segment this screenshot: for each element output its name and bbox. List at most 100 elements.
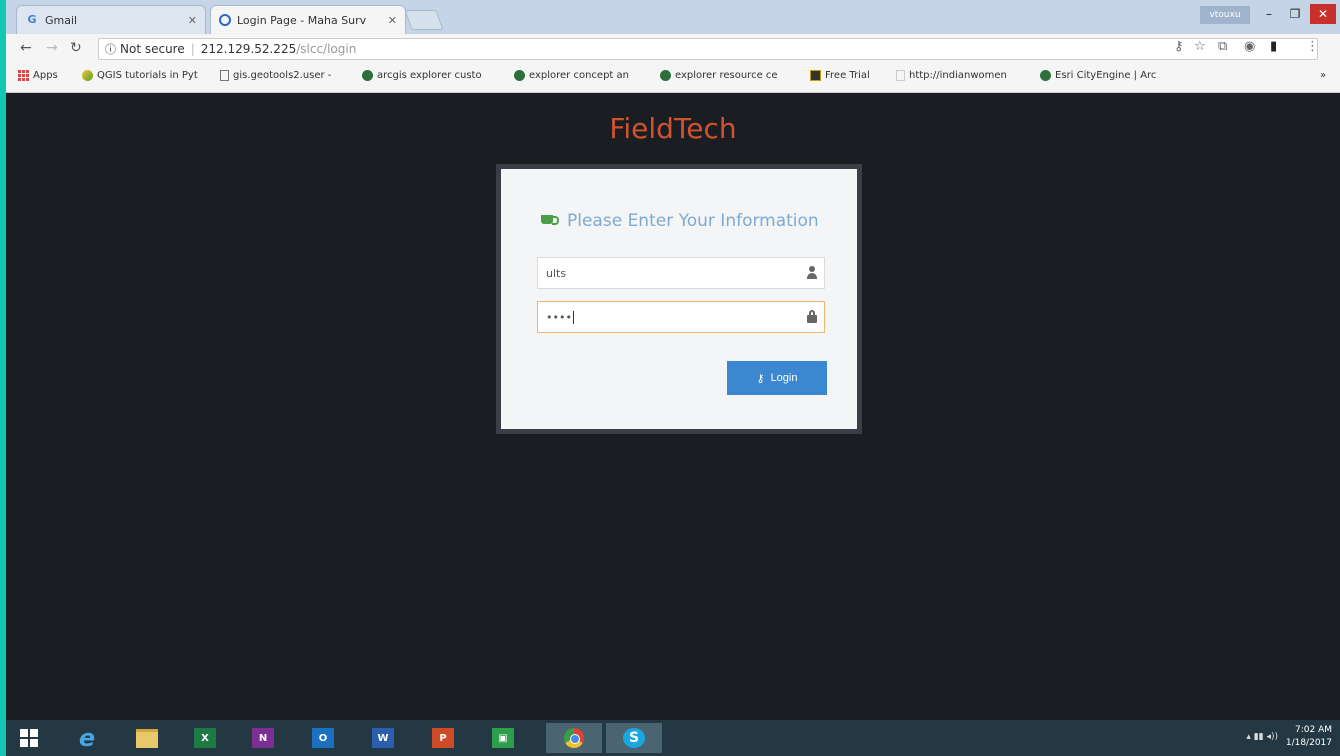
globe-icon <box>219 14 231 26</box>
form-heading: Please Enter Your Information <box>541 211 819 231</box>
star-icon[interactable]: ☆ <box>1194 39 1206 54</box>
apps-grid-icon <box>18 70 29 81</box>
taskbar-excel[interactable]: X <box>188 723 222 753</box>
taskbar-chrome[interactable] <box>546 723 602 753</box>
bookmark-label: explorer resource ce <box>675 70 778 81</box>
tab-gmail[interactable]: G Gmail ✕ <box>16 5 206 34</box>
bookmark-label: QGIS tutorials in Pyt <box>97 70 198 81</box>
url-path: /slcc/login <box>296 42 357 56</box>
security-label: Not secure <box>120 42 185 56</box>
bookmark-free-trial[interactable]: Free Trial <box>810 70 870 81</box>
word-icon: W <box>372 728 394 748</box>
minimize-icon[interactable]: – <box>1256 4 1282 24</box>
powerpoint-icon: P <box>432 728 454 748</box>
bookmark-label: arcgis explorer custo <box>377 70 482 81</box>
divider: | <box>190 42 195 56</box>
onenote-icon: N <box>252 728 274 748</box>
form-heading-text: Please Enter Your Information <box>567 211 819 231</box>
bookmark-geotools[interactable]: gis.geotools2.user - <box>220 70 331 81</box>
qgis-icon <box>82 70 93 81</box>
page-icon <box>896 70 905 81</box>
folder-icon <box>136 728 158 748</box>
bookmark-explorer-resource[interactable]: explorer resource ce <box>660 70 778 81</box>
key-icon: ⚷ <box>756 372 765 385</box>
taskbar-powerpoint[interactable]: P <box>426 723 460 753</box>
windows-taskbar: e X N O W P ▣ S ▴ ▮▮ ◂)) 7:02 AM 1/18/20… <box>6 720 1340 756</box>
taskbar-file-explorer[interactable] <box>130 723 164 753</box>
bookmark-cityengine[interactable]: Esri CityEngine | Arc <box>1040 70 1156 81</box>
bookmark-label: Apps <box>33 70 58 81</box>
password-field[interactable]: •••• <box>537 301 825 333</box>
bookmark-qgis[interactable]: QGIS tutorials in Pyt <box>82 70 198 81</box>
reload-icon[interactable]: ↻ <box>70 40 82 56</box>
trial-icon <box>810 70 821 81</box>
bookmark-indianwomen[interactable]: http://indianwomen <box>896 70 1007 81</box>
text-caret <box>572 310 574 324</box>
screen: G Gmail ✕ Login Page - Maha Surv ✕ vtoux… <box>6 0 1340 756</box>
lock-icon <box>806 310 818 324</box>
coffee-cup-icon <box>541 215 559 227</box>
bookmark-label: explorer concept an <box>529 70 629 81</box>
extension-icon[interactable]: ⧉ <box>1218 39 1227 54</box>
taskbar-word[interactable]: W <box>366 723 400 753</box>
taskbar-internet-explorer[interactable]: e <box>70 723 104 753</box>
username-value: ults <box>546 266 567 280</box>
outlook-icon: O <box>312 728 334 748</box>
tab-title: Gmail <box>45 13 78 27</box>
login-panel: Please Enter Your Information ults •••• … <box>496 164 862 434</box>
browser-tab-strip: G Gmail ✕ Login Page - Maha Surv ✕ vtoux… <box>6 0 1340 34</box>
internet-explorer-icon: e <box>78 724 96 752</box>
url-host: 212.129.52.225 <box>200 42 297 56</box>
excel-icon: X <box>194 728 216 748</box>
address-bar[interactable]: ⓘ Not secure | 212.129.52.225 /slcc/logi… <box>98 38 1318 60</box>
login-form: Please Enter Your Information ults •••• … <box>501 169 857 429</box>
password-value: •••• <box>546 310 572 324</box>
clock-time: 7:02 AM <box>1295 725 1332 735</box>
taskbar-onenote[interactable]: N <box>246 723 280 753</box>
bookmark-explorer-concept[interactable]: explorer concept an <box>514 70 629 81</box>
username-field[interactable]: ults <box>537 257 825 289</box>
extension-icon-3[interactable]: ▮ <box>1270 39 1277 54</box>
chrome-icon <box>564 728 584 748</box>
system-tray-icons[interactable]: ▴ ▮▮ ◂)) <box>1246 732 1278 742</box>
back-arrow-icon[interactable]: ← <box>20 40 32 56</box>
tab-login-page[interactable]: Login Page - Maha Surv ✕ <box>210 5 406 34</box>
extension-icon-2[interactable]: ◉ <box>1244 39 1255 54</box>
start-button[interactable] <box>12 723 46 753</box>
bookmark-label: http://indianwomen <box>909 70 1007 81</box>
bookmarks-bar: Apps QGIS tutorials in Pyt gis.geotools2… <box>6 64 1340 93</box>
bookmark-arcgis[interactable]: arcgis explorer custo <box>362 70 482 81</box>
clock-date: 1/18/2017 <box>1285 738 1332 748</box>
taskbar-outlook[interactable]: O <box>306 723 340 753</box>
login-button[interactable]: ⚷ Login <box>727 361 827 395</box>
menu-kebab-icon[interactable]: ⋮ <box>1306 39 1319 54</box>
globe-icon <box>362 70 373 81</box>
bookmark-label: gis.geotools2.user - <box>233 70 332 81</box>
clock[interactable]: 7:02 AM 1/18/2017 <box>1286 724 1332 750</box>
close-window-icon[interactable]: ✕ <box>1310 4 1336 24</box>
taskbar-skype[interactable]: S <box>606 723 662 753</box>
key-icon[interactable]: ⚷ <box>1174 39 1184 54</box>
bookmark-label: Free Trial <box>825 70 870 81</box>
globe-icon <box>1040 70 1051 81</box>
restore-icon[interactable]: ❐ <box>1282 4 1308 24</box>
brand-title: FieldTech <box>609 112 737 145</box>
taskbar-store[interactable]: ▣ <box>486 723 520 753</box>
close-icon[interactable]: ✕ <box>388 14 397 27</box>
bookmark-apps[interactable]: Apps <box>18 70 58 81</box>
bookmarks-overflow[interactable]: » <box>1320 70 1326 81</box>
new-tab-button[interactable] <box>404 10 444 30</box>
globe-icon <box>660 70 671 81</box>
user-icon <box>806 266 818 280</box>
login-label: Login <box>770 372 798 384</box>
close-icon[interactable]: ✕ <box>188 14 197 27</box>
page-icon <box>220 70 229 81</box>
browser-toolbar: ← → ↻ ⓘ Not secure | 212.129.52.225 /slc… <box>6 34 1340 65</box>
windows-logo-icon <box>20 729 38 747</box>
info-icon[interactable]: ⓘ <box>105 41 116 57</box>
globe-icon <box>514 70 525 81</box>
gmail-icon: G <box>27 13 37 26</box>
tab-title: Login Page - Maha Surv <box>237 13 367 27</box>
profile-chip[interactable]: vtouxu <box>1200 6 1250 24</box>
forward-arrow-icon[interactable]: → <box>46 40 58 56</box>
